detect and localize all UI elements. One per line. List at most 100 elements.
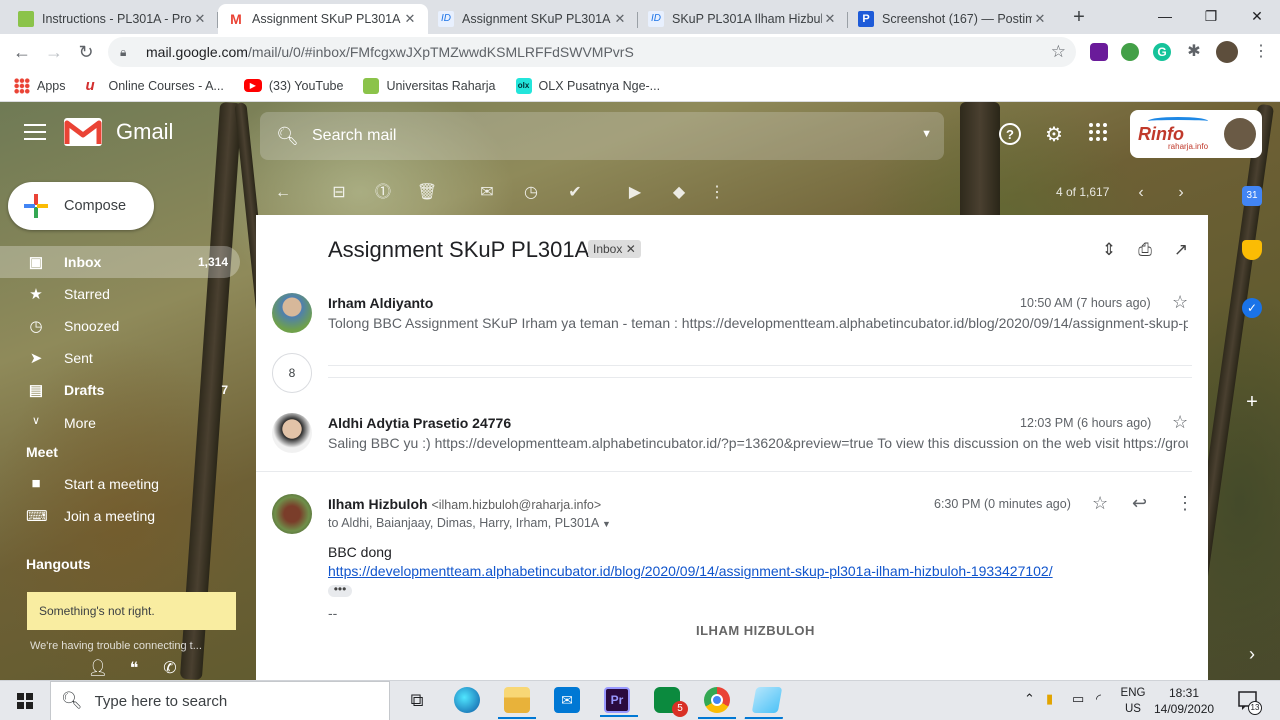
nav-sent[interactable]: ➤ Sent (0, 342, 240, 374)
collapsed-messages-count[interactable]: 8 (272, 353, 312, 393)
whatsapp-icon[interactable]: 5 (654, 687, 688, 717)
expand-all-icon[interactable]: ⇕ (1098, 239, 1120, 261)
close-tab-icon[interactable]: ✕ (1032, 11, 1048, 27)
close-tab-icon[interactable]: ✕ (192, 11, 208, 27)
bookmark-youtube[interactable]: ▶ (33) YouTube (243, 79, 343, 93)
calendar-icon[interactable]: 31 (1242, 186, 1262, 206)
task-view-icon[interactable]: ⧉ (404, 687, 430, 713)
battery-icon[interactable]: ▭ (1072, 691, 1084, 707)
edge-icon[interactable] (454, 687, 480, 713)
chrome-icon[interactable] (698, 687, 736, 719)
recipient-details-icon[interactable]: ▼ (602, 519, 611, 529)
bookmark-apps[interactable]: Apps (14, 77, 66, 94)
newer-chevron-icon[interactable]: ‹ (1130, 182, 1152, 204)
bookmark-olx[interactable]: olx OLX Pusatnya Nge-... (515, 77, 660, 94)
inbox-label-chip[interactable]: Inbox ✕ (588, 240, 641, 258)
apps-grid-icon[interactable] (1085, 122, 1111, 148)
tasks-icon[interactable]: ✓ (1242, 298, 1262, 318)
hangouts-icon[interactable]: ❝ (116, 658, 152, 678)
report-spam-icon[interactable]: ⓵ (372, 182, 394, 204)
reply-icon[interactable]: ↩ (1132, 493, 1147, 514)
extension-icon[interactable] (1121, 43, 1139, 61)
move-to-icon[interactable]: ▶ (624, 182, 646, 204)
tab-skup[interactable]: ID SKuP PL301A Ilham Hizbulo ✕ (638, 4, 848, 34)
star-icon[interactable]: ☆ (1092, 493, 1108, 514)
search-options-icon[interactable]: ▼ (921, 128, 932, 140)
show-hidden-icons-icon[interactable]: ⌃ (1024, 691, 1035, 707)
show-side-panel-icon[interactable]: › (1242, 644, 1262, 664)
phone-icon[interactable]: ✆ (152, 658, 188, 678)
tab-instructions[interactable]: Instructions - PL301A - Proc ✕ (8, 4, 218, 34)
extensions-puzzle-icon[interactable]: ✱ (1185, 43, 1203, 61)
wifi-icon[interactable]: ◜ (1096, 691, 1101, 707)
account-avatar[interactable] (1224, 118, 1256, 150)
close-tab-icon[interactable]: ✕ (402, 11, 418, 27)
tab-postimages[interactable]: P Screenshot (167) — Postim ✕ (848, 4, 1058, 34)
add-to-tasks-icon[interactable]: ✔ (564, 182, 586, 204)
delete-icon[interactable]: 🗑︎ (416, 182, 438, 204)
print-icon[interactable]: ⎙ (1134, 239, 1156, 261)
account-switcher[interactable]: Rinfo raharja.info (1130, 110, 1262, 158)
nav-starred[interactable]: ★ Starred (0, 278, 240, 310)
nav-snoozed[interactable]: ◷ Snoozed (0, 310, 240, 342)
main-menu-icon[interactable] (24, 124, 46, 145)
nav-inbox[interactable]: ▣ Inbox 1,314 (0, 246, 240, 278)
file-explorer-icon[interactable] (498, 687, 536, 719)
nav-drafts[interactable]: ▤ Drafts 7 (0, 374, 240, 406)
mail-icon[interactable]: ✉ (554, 687, 580, 713)
taskbar-search-box[interactable]: 🔍︎ Type here to search (50, 681, 390, 720)
more-options-icon[interactable]: ⋮ (1176, 493, 1194, 514)
show-trimmed-content-button[interactable]: ••• (328, 583, 352, 597)
compose-button[interactable]: Compose (8, 182, 154, 230)
settings-gear-icon[interactable]: ⚙ (1041, 122, 1067, 148)
reload-button[interactable]: ↻ (72, 38, 100, 66)
windows-start-icon[interactable] (8, 689, 42, 713)
forward-button[interactable]: → (40, 38, 68, 66)
open-new-window-icon[interactable]: ↗ (1170, 239, 1192, 261)
address-bar[interactable]: 🔒︎ mail.google.com/mail/u/0/#inbox/FMfcg… (108, 37, 1076, 67)
help-icon[interactable]: ? (997, 122, 1023, 148)
snipping-tool-icon[interactable] (751, 687, 783, 713)
bookmark-star-icon[interactable]: ☆ (1051, 42, 1066, 62)
keep-icon[interactable] (1242, 240, 1262, 260)
system-clock[interactable]: 18:31 14/09/2020 (1154, 685, 1214, 717)
archive-icon[interactable]: ⊟ (328, 182, 350, 204)
star-icon[interactable]: ☆ (1172, 412, 1188, 433)
recipients[interactable]: to Aldhi, Baianjaay, Dimas, Harry, Irham… (328, 516, 611, 530)
restore-button[interactable]: ❐ (1188, 0, 1234, 32)
bookmark-online-courses[interactable]: u Online Courses - A... (86, 77, 224, 94)
mark-unread-icon[interactable]: ✉ (476, 182, 498, 204)
gmail-logo[interactable]: Gmail (64, 118, 173, 146)
label-icon[interactable]: ◆ (668, 182, 690, 204)
extension-icon[interactable] (1090, 43, 1108, 61)
snooze-icon[interactable]: ◷ (520, 182, 542, 204)
minimize-button[interactable]: — (1142, 0, 1188, 32)
security-tray-icon[interactable]: ▮ (1046, 691, 1053, 707)
older-chevron-icon[interactable]: › (1170, 182, 1192, 204)
message-link[interactable]: https://developmentteam.alphabetincubato… (328, 563, 1053, 579)
input-language[interactable]: ENG US (1118, 685, 1148, 717)
search-mail-box[interactable]: 🔍︎ Search mail ▼ (260, 112, 944, 160)
profile-avatar[interactable] (1216, 41, 1238, 63)
premiere-pro-icon[interactable]: Pr (600, 687, 638, 717)
join-meeting-link[interactable]: ⌨ Join a meeting (0, 500, 240, 532)
close-window-button[interactable]: ✕ (1234, 0, 1280, 32)
search-icon[interactable]: 🔍︎ (276, 126, 306, 147)
tab-gmail-active[interactable]: M Assignment SKuP PL301A - ✕ (218, 4, 428, 34)
nav-more[interactable]: ∨ More (0, 407, 240, 439)
close-tab-icon[interactable]: ✕ (612, 11, 628, 27)
close-tab-icon[interactable]: ✕ (822, 11, 838, 27)
back-to-inbox-icon[interactable]: ← (272, 182, 294, 204)
tab-assignment[interactable]: ID Assignment SKuP PL301A Il ✕ (428, 4, 638, 34)
star-icon[interactable]: ☆ (1172, 292, 1188, 313)
more-options-icon[interactable]: ⋮ (706, 182, 728, 204)
new-tab-button[interactable]: + (1066, 6, 1092, 30)
action-center-icon[interactable]: 13 (1236, 689, 1262, 715)
remove-label-icon[interactable]: ✕ (626, 242, 636, 256)
start-meeting-link[interactable]: ■ Start a meeting (0, 468, 240, 500)
back-button[interactable]: ← (8, 38, 36, 66)
person-icon[interactable]: 👤︎ (80, 658, 116, 678)
bookmark-raharja[interactable]: Universitas Raharja (363, 77, 496, 94)
chrome-menu-icon[interactable]: ⋮ (1252, 43, 1270, 61)
grammarly-icon[interactable]: G (1153, 43, 1171, 61)
